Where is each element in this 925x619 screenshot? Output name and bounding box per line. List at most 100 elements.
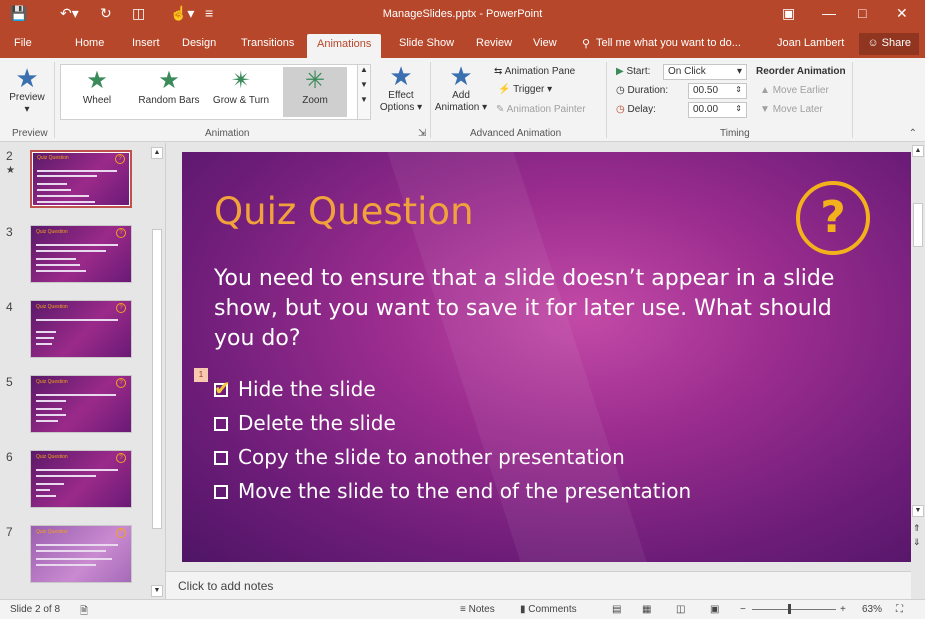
zoom-out-icon[interactable]: −: [740, 604, 746, 615]
minimize-icon[interactable]: —: [822, 5, 836, 21]
collapse-ribbon-icon[interactable]: ⌃: [909, 128, 917, 139]
tab-animations[interactable]: Animations: [307, 34, 382, 58]
animation-pane-button[interactable]: ⇆ Animation Pane: [494, 66, 575, 77]
gallery-item-wheel[interactable]: ★ Wheel: [65, 67, 129, 117]
question-text[interactable]: You need to ensure that a slide doesn’t …: [214, 264, 874, 354]
user-name[interactable]: Joan Lambert: [777, 37, 844, 49]
slide-thumbnail-4[interactable]: Quiz Question ?: [30, 300, 132, 358]
answer-option-label: Copy the slide to another presentation: [238, 445, 625, 469]
tab-home[interactable]: Home: [75, 37, 104, 49]
person-icon: ☺: [867, 37, 879, 49]
trigger-button[interactable]: ⚡ Trigger ▾: [498, 84, 552, 95]
title-bar: 💾 ↶▾ ↻ ◫ ☝▾ ≡ ManageSlides.pptx - PowerP…: [0, 0, 925, 30]
tab-slide-show[interactable]: Slide Show: [399, 37, 454, 49]
add-star-icon: ★: [449, 61, 473, 91]
zoom-in-icon[interactable]: +: [840, 604, 846, 615]
zoom-level[interactable]: 63%: [862, 604, 882, 615]
tab-view[interactable]: View: [533, 37, 557, 49]
gallery-item-grow-turn[interactable]: ✴ Grow & Turn: [209, 67, 273, 117]
gallery-item-label: Zoom: [302, 95, 328, 106]
preview-button[interactable]: ★ Preview ▾: [6, 64, 48, 116]
gallery-down-icon[interactable]: ▼: [358, 80, 370, 89]
slide-thumbnail-5[interactable]: Quiz Question ?: [30, 375, 132, 433]
effect-options-button[interactable]: ★ Effect Options ▾: [378, 62, 424, 114]
answer-option-label: Delete the slide: [238, 411, 396, 435]
tab-design[interactable]: Design: [182, 37, 216, 49]
slide-thumbnail-7[interactable]: Quiz Question ?: [30, 525, 132, 583]
scroll-up-icon[interactable]: ▲: [912, 145, 924, 157]
gallery-item-zoom[interactable]: ✳ Zoom: [283, 67, 347, 117]
scroll-down-icon[interactable]: ▼: [151, 585, 163, 597]
scrollbar-thumb[interactable]: [913, 203, 923, 247]
share-button[interactable]: ☺ Share: [859, 33, 919, 55]
notes-toggle[interactable]: ≡ Notes: [460, 604, 495, 615]
answer-option[interactable]: Delete the slide: [214, 411, 396, 435]
ribbon-tabs: File Home Insert Design Transitions Anim…: [0, 30, 925, 58]
gallery-up-icon[interactable]: ▲: [358, 65, 370, 74]
slide-sorter-icon[interactable]: ▦: [642, 604, 651, 615]
scroll-up-icon[interactable]: ▲: [151, 147, 163, 159]
tab-transitions[interactable]: Transitions: [241, 37, 294, 49]
dialog-launcher-icon[interactable]: ⇲: [418, 128, 426, 139]
comments-toggle[interactable]: ▮ Comments: [520, 604, 577, 615]
thumb-text-line: [36, 337, 54, 339]
slideshow-view-icon[interactable]: ▣: [710, 604, 719, 615]
answer-option[interactable]: Move the slide to the end of the present…: [214, 479, 691, 503]
zoom-star-icon: ✳: [304, 67, 326, 94]
duration-label-text: Duration:: [627, 85, 669, 96]
move-later-button[interactable]: ▼ Move Later: [760, 104, 823, 115]
duration-label: ◷ Duration:: [616, 85, 668, 96]
tab-insert[interactable]: Insert: [132, 37, 160, 49]
scroll-down-icon[interactable]: ▼: [912, 505, 924, 517]
zoom-slider[interactable]: [752, 609, 836, 610]
ribbon-display-options-icon[interactable]: ▣: [782, 5, 795, 22]
slide-scrollbar[interactable]: ▲ ▼ ⇑ ⇓: [911, 143, 925, 599]
thumbnail-scrollbar[interactable]: ▲ ▼: [150, 145, 164, 597]
delay-spinner[interactable]: 00.00 ⇕: [688, 102, 747, 118]
tab-file[interactable]: File: [14, 37, 32, 49]
fit-to-window-icon[interactable]: ⛶: [896, 604, 903, 615]
thumbnail-number: 3: [6, 225, 13, 239]
animation-painter-button[interactable]: ✎ Animation Painter: [496, 104, 586, 115]
checkbox-icon: [214, 417, 228, 431]
animation-indicator-icon: ★: [6, 165, 15, 176]
gallery-more-icon[interactable]: ▼: [358, 95, 370, 104]
gallery-item-label: Wheel: [82, 95, 112, 106]
current-slide[interactable]: Quiz Question ? You need to ensure that …: [182, 152, 911, 562]
duration-spinner[interactable]: 00.50 ⇕: [688, 83, 747, 99]
answer-option[interactable]: ✔ Hide the slide: [214, 376, 376, 401]
slide-title[interactable]: Quiz Question: [214, 190, 474, 233]
answer-option[interactable]: Copy the slide to another presentation: [214, 445, 625, 469]
maximize-icon[interactable]: □: [858, 5, 866, 21]
animation-order-marker[interactable]: 1: [194, 368, 208, 382]
notes-pane[interactable]: Click to add notes: [166, 571, 911, 599]
zoom-slider-handle[interactable]: [788, 604, 791, 614]
add-animation-button[interactable]: ★ Add Animation ▾: [432, 62, 490, 114]
start-dropdown[interactable]: On Click ▾: [663, 64, 747, 80]
question-badge-icon: ?: [116, 453, 126, 463]
slide-thumbnail-6[interactable]: Quiz Question ?: [30, 450, 132, 508]
tab-review[interactable]: Review: [476, 37, 512, 49]
gallery-item-random-bars[interactable]: ★ Random Bars: [137, 67, 201, 117]
previous-slide-icon[interactable]: ⇑: [913, 523, 921, 534]
reading-view-icon[interactable]: ◫: [676, 604, 685, 615]
normal-view-icon[interactable]: ▤: [612, 604, 621, 615]
spinner-arrows-icon[interactable]: ⇕: [735, 104, 742, 113]
gallery-scroll[interactable]: ▲ ▼ ▼: [357, 64, 371, 120]
spell-check-icon[interactable]: 🗎: [80, 604, 88, 619]
slide-thumbnail-3[interactable]: Quiz Question ?: [30, 225, 132, 283]
add-animation-label: Add Animation: [434, 90, 480, 113]
spinner-arrows-icon[interactable]: ⇕: [735, 85, 742, 94]
next-slide-icon[interactable]: ⇓: [913, 537, 921, 548]
close-icon[interactable]: ✕: [896, 5, 908, 22]
notes-icon: ≡: [460, 604, 466, 615]
animation-group-label: Animation: [205, 128, 250, 139]
question-mark-icon[interactable]: ?: [796, 181, 870, 255]
thumbnail-number: 2: [6, 149, 13, 163]
slide-thumbnail-2[interactable]: Quiz Question ?: [30, 150, 132, 208]
gallery-item-label: Grow & Turn: [212, 95, 270, 106]
scrollbar-thumb[interactable]: [152, 229, 162, 529]
move-earlier-button[interactable]: ▲ Move Earlier: [760, 85, 829, 96]
notes-placeholder[interactable]: Click to add notes: [178, 579, 273, 593]
tell-me-box[interactable]: Tell me what you want to do...: [596, 37, 741, 49]
